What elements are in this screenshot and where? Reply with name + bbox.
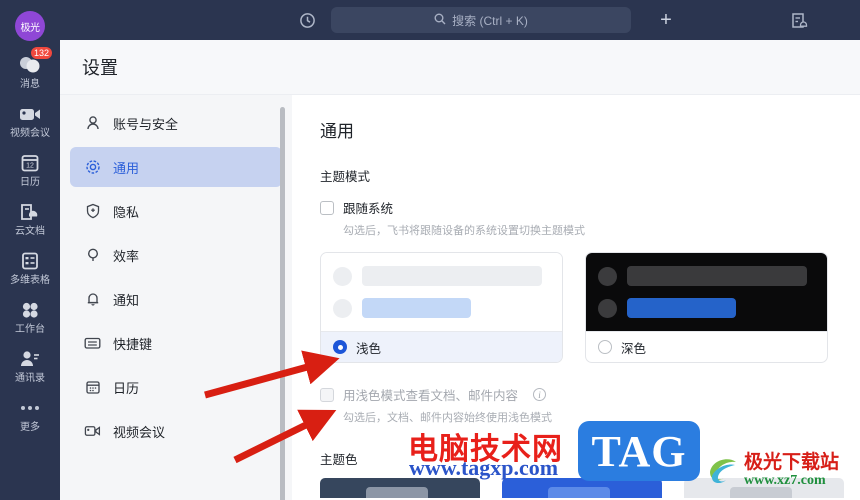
- keyboard-icon: [84, 335, 101, 352]
- rail-item-contacts[interactable]: 通讯录: [0, 347, 60, 385]
- rail-label: 视频会议: [10, 128, 50, 139]
- settings-body: 账号与安全 通用 隐私 效率 通知 快捷键 日历 视频会议 通用 主题模式 跟随…: [60, 95, 860, 500]
- sidebar-item-label: 通用: [113, 160, 140, 176]
- sidebar-item-video-meeting[interactable]: 视频会议: [70, 411, 282, 451]
- settings-nav: 账号与安全 通用 隐私 效率 通知 快捷键 日历 视频会议: [60, 95, 292, 500]
- sidebar-item-label: 视频会议: [113, 424, 166, 440]
- grid-apps-icon: [17, 298, 43, 322]
- nav-scrollbar[interactable]: [280, 107, 285, 500]
- theme-option-dark[interactable]: 深色: [586, 331, 827, 362]
- rail-item-cloud-docs[interactable]: 云文档: [0, 200, 60, 238]
- info-circle-icon[interactable]: i: [533, 388, 547, 401]
- svg-text:12: 12: [26, 163, 34, 170]
- settings-window: 设置 账号与安全 通用 隐私 效率 通知 快捷键 日历 视频会议 通用 主题模式…: [60, 40, 860, 500]
- doc-light-mode-checkbox[interactable]: [320, 387, 334, 402]
- sidebar-item-privacy[interactable]: 隐私: [70, 191, 282, 231]
- doc-light-mode-row[interactable]: 用浅色模式查看文档、邮件内容 i: [320, 385, 860, 404]
- follow-system-label: 跟随系统: [343, 202, 394, 216]
- gear-icon: [84, 159, 101, 176]
- rail-label: 更多: [20, 422, 40, 433]
- theme-card-light[interactable]: 浅色: [320, 252, 563, 363]
- rail-item-more[interactable]: 更多: [0, 396, 60, 434]
- calendar-icon: 12: [17, 151, 43, 175]
- theme-color-blue[interactable]: [502, 478, 662, 498]
- theme-preview-dark: [586, 253, 827, 331]
- rail-label: 工作台: [15, 324, 45, 335]
- dark-theme-label: 深色: [621, 341, 647, 356]
- app-window: 极光 132 消息 视频会议 12 日历 云文档 多维表格 工作台 通讯录 更多…: [0, 0, 860, 500]
- dark-theme-radio[interactable]: [598, 340, 612, 354]
- message-badge: 132: [30, 46, 54, 60]
- doc-light-mode-label: 用浅色模式查看文档、邮件内容: [343, 389, 519, 403]
- page-title: 设置: [82, 58, 118, 78]
- sidebar-item-label: 隐私: [113, 204, 140, 220]
- light-theme-radio[interactable]: [333, 340, 347, 354]
- cloud-doc-icon: [17, 200, 43, 224]
- top-bar: 搜索 (Ctrl + K) +: [60, 0, 860, 40]
- theme-color-navy[interactable]: [320, 478, 480, 498]
- history-clock-icon[interactable]: [292, 6, 322, 34]
- contacts-icon: [17, 347, 43, 371]
- light-theme-label: 浅色: [356, 341, 382, 356]
- doc-light-mode-description: 勾选后，文档、邮件内容始终使用浅色模式: [343, 412, 552, 424]
- rail-label: 日历: [20, 177, 40, 188]
- chat-icon: 132: [17, 46, 54, 77]
- bell-icon: [84, 291, 101, 308]
- user-icon: [84, 115, 101, 132]
- add-button[interactable]: +: [653, 10, 679, 30]
- rail-label: 消息: [20, 79, 40, 90]
- rail-item-messages[interactable]: 132 消息: [0, 46, 60, 91]
- sidebar-item-label: 账号与安全: [113, 116, 179, 132]
- bulb-icon: [84, 247, 101, 264]
- theme-mode-label: 主题模式: [320, 170, 371, 184]
- video-camera-icon: [84, 423, 101, 440]
- search-icon: [434, 13, 446, 28]
- sidebar-item-label: 通知: [113, 292, 140, 308]
- theme-preview-light: [321, 253, 562, 331]
- settings-header: 设置: [60, 40, 860, 95]
- calendar-icon: [84, 379, 101, 396]
- theme-card-dark[interactable]: 深色: [585, 252, 828, 363]
- theme-option-light[interactable]: 浅色: [321, 331, 562, 362]
- video-camera-icon: [17, 102, 43, 126]
- sidebar-item-label: 快捷键: [113, 336, 153, 352]
- search-input[interactable]: 搜索 (Ctrl + K): [331, 7, 631, 33]
- doc-bell-icon[interactable]: [784, 6, 814, 34]
- sidebar-item-label: 日历: [113, 380, 140, 396]
- rail-item-video-meeting[interactable]: 视频会议: [0, 102, 60, 140]
- sidebar-item-general[interactable]: 通用: [70, 147, 282, 187]
- theme-cards: 浅色 深色: [320, 252, 860, 363]
- settings-content: 通用 主题模式 跟随系统 勾选后，飞书将跟随设备的系统设置切换主题模式 浅色 深…: [292, 95, 860, 500]
- rail-label: 多维表格: [10, 275, 50, 286]
- theme-color-light[interactable]: [684, 478, 844, 498]
- sidebar-item-calendar[interactable]: 日历: [70, 367, 282, 407]
- rail-item-calendar[interactable]: 12 日历: [0, 151, 60, 189]
- content-title: 通用: [320, 122, 354, 141]
- rail-item-bitable[interactable]: 多维表格: [0, 249, 60, 287]
- shield-icon: [84, 203, 101, 220]
- follow-system-row[interactable]: 跟随系统: [320, 198, 860, 217]
- rail-item-workplace[interactable]: 工作台: [0, 298, 60, 336]
- theme-color-cards: [320, 478, 860, 498]
- table-icon: [17, 249, 43, 273]
- avatar[interactable]: 极光: [15, 11, 45, 41]
- sidebar-item-account-security[interactable]: 账号与安全: [70, 103, 282, 143]
- theme-color-label: 主题色: [320, 453, 358, 467]
- follow-system-checkbox[interactable]: [320, 200, 334, 215]
- rail-label: 云文档: [15, 226, 45, 237]
- more-dots-icon: [17, 396, 43, 420]
- sidebar-item-notification[interactable]: 通知: [70, 279, 282, 319]
- app-rail: 极光 132 消息 视频会议 12 日历 云文档 多维表格 工作台 通讯录 更多: [0, 0, 60, 500]
- main-area: 搜索 (Ctrl + K) + 设置 账号与安全 通用 隐私 效率 通知 快捷键…: [60, 0, 860, 500]
- sidebar-item-efficiency[interactable]: 效率: [70, 235, 282, 275]
- search-placeholder: 搜索 (Ctrl + K): [452, 13, 528, 28]
- sidebar-item-label: 效率: [113, 248, 140, 264]
- rail-label: 通讯录: [15, 373, 45, 384]
- follow-system-description: 勾选后，飞书将跟随设备的系统设置切换主题模式: [343, 225, 585, 237]
- sidebar-item-shortcuts[interactable]: 快捷键: [70, 323, 282, 363]
